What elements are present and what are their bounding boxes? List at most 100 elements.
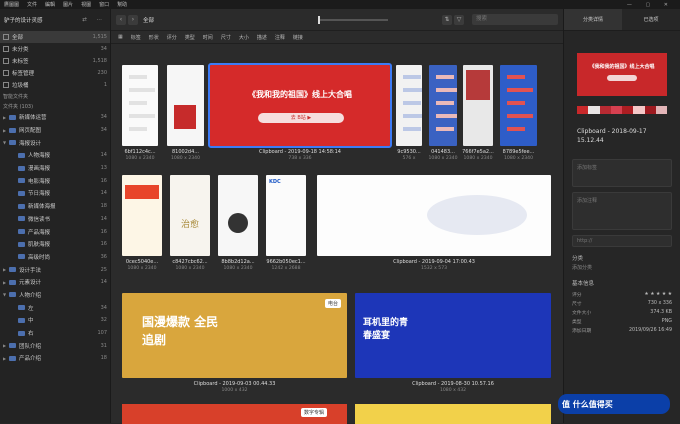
thumbnail-image[interactable]: [355, 404, 551, 424]
sidebar-item[interactable]: 全部 1,515: [0, 31, 110, 43]
thumbnail-image[interactable]: [463, 65, 493, 146]
folder-item[interactable]: 漫画海报 13: [0, 162, 110, 175]
thumbnail-image[interactable]: KDC: [266, 175, 306, 256]
folder-item[interactable]: 产品海报 16: [0, 225, 110, 238]
folder-item[interactable]: 新媒体海报 18: [0, 200, 110, 213]
filter-icon[interactable]: ▽: [454, 14, 464, 25]
thumbnail-image[interactable]: [396, 65, 422, 146]
menu-item[interactable]: 視圖: [81, 1, 91, 8]
menu-item[interactable]: 鷹圖圖: [4, 1, 19, 8]
sync-icon[interactable]: ⇄ ⋯: [82, 17, 106, 23]
color-swatch[interactable]: [610, 106, 622, 114]
notes-input[interactable]: 添加注释: [572, 192, 672, 230]
thumbnail-image[interactable]: [218, 175, 258, 256]
thumbnail-image[interactable]: 国漫爆款 全民追剧 电台: [122, 293, 347, 378]
color-swatch[interactable]: [577, 106, 589, 114]
thumbnail-image[interactable]: [122, 175, 162, 256]
folder-item[interactable]: ▶ 网页配图 34: [0, 124, 110, 137]
filter-dropdown[interactable]: 评分: [167, 34, 177, 41]
folder-count: 18: [100, 355, 107, 362]
folder-item[interactable]: 节日海报 14: [0, 187, 110, 200]
tab-details[interactable]: 分类详情: [564, 9, 622, 30]
tags-input[interactable]: 添加标签: [572, 159, 672, 187]
filter-dropdown[interactable]: 注释: [275, 34, 285, 41]
sidebar-item[interactable]: 未标签 1,518: [0, 55, 110, 67]
folder-item[interactable]: ▶ 产品介绍 18: [0, 352, 110, 365]
color-swatch[interactable]: [599, 106, 611, 114]
folder-label: 右: [28, 331, 34, 338]
filter-dropdown[interactable]: 描述: [257, 34, 267, 41]
thumbnail-image[interactable]: [167, 65, 204, 146]
thumbnail-image[interactable]: [122, 65, 158, 146]
menu-item[interactable]: 幫助: [117, 1, 127, 8]
filter-dropdown[interactable]: 尺寸: [221, 34, 231, 41]
forward-button[interactable]: ›: [128, 14, 138, 25]
folder-item[interactable]: 左 34: [0, 301, 110, 314]
color-swatch[interactable]: [644, 106, 656, 114]
folder-item[interactable]: 右 107: [0, 327, 110, 340]
color-swatch[interactable]: [655, 106, 667, 114]
menu-item[interactable]: 窗口: [99, 1, 109, 8]
folder-label: 人物介绍: [19, 292, 42, 299]
folder-item[interactable]: 电影海报 16: [0, 174, 110, 187]
library-switcher[interactable]: 驴子的设计灵感 ⇄ ⋯: [0, 9, 110, 31]
filter-dropdown[interactable]: 大小: [239, 34, 249, 41]
expand-arrow-icon[interactable]: ▼: [3, 140, 8, 145]
folder-item[interactable]: ▶ 团队介绍 31: [0, 339, 110, 352]
folder-item[interactable]: 高级时尚 36: [0, 251, 110, 264]
menu-item[interactable]: 文件: [27, 1, 37, 8]
thumbnail-image[interactable]: [500, 65, 537, 146]
folder-item[interactable]: ▼ 人物介绍: [0, 289, 110, 302]
expand-arrow-icon[interactable]: ▶: [3, 115, 8, 120]
window-controls[interactable]: — ▢ ✕: [627, 2, 674, 8]
thumbnail-image[interactable]: [429, 65, 457, 146]
expand-arrow-icon[interactable]: ▶: [3, 280, 8, 285]
sort-icon[interactable]: ⇅: [442, 14, 452, 25]
folder-item[interactable]: 肌肤海报 16: [0, 238, 110, 251]
sidebar-item[interactable]: 垃圾桶 1: [0, 79, 110, 91]
folder-item[interactable]: ▶ 元素设计 14: [0, 276, 110, 289]
filter-dropdown[interactable]: 形状: [149, 34, 159, 41]
phone-content-line: [403, 114, 422, 118]
url-input[interactable]: http://: [572, 235, 672, 247]
folder-count: 14: [100, 190, 107, 197]
color-swatch[interactable]: [622, 106, 634, 114]
folder-item[interactable]: 人物海报 14: [0, 149, 110, 162]
expand-arrow-icon[interactable]: ▶: [3, 356, 8, 361]
filter-dropdown[interactable]: 链接: [293, 34, 303, 41]
tab-selected[interactable]: 已选项: [622, 16, 680, 23]
file-name[interactable]: Clipboard - 2018-09-17 15.12.44: [577, 127, 657, 145]
sidebar-item[interactable]: 标签管理 230: [0, 67, 110, 79]
menu-item[interactable]: 圖片: [63, 1, 73, 8]
color-swatch[interactable]: [633, 106, 645, 114]
info-value: 2019/09/26 16:49: [629, 328, 672, 333]
expand-arrow-icon[interactable]: ▶: [3, 343, 8, 348]
filter-dropdown[interactable]: 标签: [131, 34, 141, 41]
filter-dropdown[interactable]: 类型: [185, 34, 195, 41]
layout-icon[interactable]: ▦: [118, 34, 123, 40]
thumbnail-caption: 766f7e5a2...: [462, 149, 494, 155]
folder-item[interactable]: ▶ 设计手法 25: [0, 263, 110, 276]
thumbnail-image[interactable]: [317, 175, 551, 256]
sidebar-item[interactable]: 未分类 34: [0, 43, 110, 55]
folder-item[interactable]: ▶ 新媒体运营 34: [0, 111, 110, 124]
add-category-button[interactable]: 添加分类: [572, 264, 672, 271]
zoom-slider[interactable]: [318, 15, 389, 24]
filter-dropdown[interactable]: 时间: [203, 34, 213, 41]
menu-item[interactable]: 編輯: [45, 1, 55, 8]
thumbnail-image[interactable]: 耳机里的青春盛宴: [355, 293, 551, 378]
thumbnail-image-selected[interactable]: 《我和我的祖国》线上大合唱去 B站 ▶: [208, 63, 392, 148]
thumbnail-image[interactable]: 治愈: [170, 175, 210, 256]
folder-icon: [9, 114, 16, 120]
expand-arrow-icon[interactable]: ▼: [3, 292, 8, 297]
thumbnail-dimensions: 1080 x 2340: [503, 156, 534, 161]
folder-item[interactable]: 中 32: [0, 314, 110, 327]
search-input[interactable]: 搜索: [472, 14, 558, 25]
expand-arrow-icon[interactable]: ▶: [3, 267, 8, 272]
expand-arrow-icon[interactable]: ▶: [3, 128, 8, 133]
folder-item[interactable]: ▼ 海报设计: [0, 136, 110, 149]
phone-content-line: [436, 127, 454, 131]
folder-item[interactable]: 微信读书 14: [0, 213, 110, 226]
back-button[interactable]: ‹: [116, 14, 126, 25]
color-swatch[interactable]: [588, 106, 600, 114]
